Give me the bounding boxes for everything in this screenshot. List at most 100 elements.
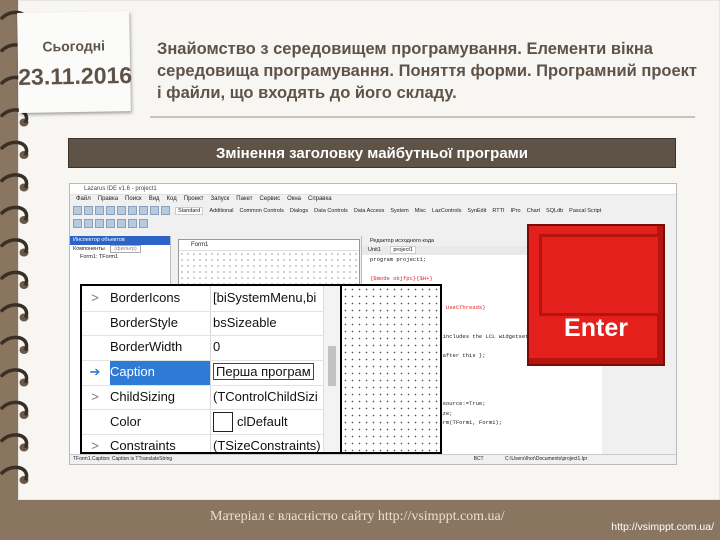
expand-arrow-icon[interactable]: > (82, 434, 108, 452)
step-out-icon[interactable] (139, 219, 148, 228)
palette-tab[interactable]: LazControls (432, 208, 461, 214)
filter-input[interactable]: (фильтр) (110, 245, 141, 253)
palette-tab[interactable]: IPro (511, 208, 521, 214)
save-all-icon[interactable] (106, 206, 115, 215)
property-name: BorderStyle (110, 310, 211, 336)
section-banner: Змінення заголовку майбутньої програми (68, 138, 676, 168)
ide-window-title: Lazarus IDE v1.6 - project1 (84, 186, 157, 192)
palette-tab[interactable]: SynEdit (467, 208, 486, 214)
palette-tab[interactable]: Pascal Script (569, 208, 601, 214)
property-name: ChildSizing (110, 384, 211, 410)
step-into-icon[interactable] (128, 219, 137, 228)
expand-arrow-icon[interactable]: > (82, 385, 108, 410)
menu-item[interactable]: Справка (308, 196, 332, 202)
expand-arrow-icon (82, 410, 108, 435)
property-value[interactable]: (TSizeConstraints) (213, 434, 322, 452)
property-row[interactable]: BorderStyle bsSizeable (82, 310, 340, 337)
menu-item[interactable]: Правка (98, 196, 118, 202)
expand-arrow-icon[interactable]: > (82, 286, 108, 311)
lesson-title: Знайомство з середовищем програмування. … (157, 40, 697, 102)
pause-icon[interactable] (139, 206, 148, 215)
property-row[interactable]: ➔ Caption Перша програм (82, 360, 340, 386)
forms-icon[interactable] (84, 219, 93, 228)
palette-tab[interactable]: Common Controls (240, 208, 284, 214)
property-value[interactable]: 0 (213, 335, 322, 360)
run-icon[interactable] (128, 206, 137, 215)
menu-item[interactable]: Файл (76, 196, 91, 202)
status-mid: BCT (473, 456, 484, 462)
palette-tab[interactable]: Standard (175, 207, 204, 215)
tab-unit1[interactable]: Unit1 (366, 247, 383, 253)
form-grid-zoom (342, 284, 442, 454)
property-name: Constraints (110, 434, 211, 452)
palette-tab[interactable]: Chart (527, 208, 540, 214)
title-divider (150, 116, 695, 118)
property-value[interactable]: clDefault (213, 410, 322, 435)
expand-arrow-icon (82, 311, 108, 336)
caption-input[interactable]: Перша програм (213, 363, 314, 381)
components-row: Компоненты (фильтр) (70, 245, 170, 253)
property-name: BorderWidth (110, 335, 211, 361)
property-name: Caption (110, 360, 211, 385)
inspector-scrollbar[interactable] (323, 286, 340, 452)
menu-item[interactable]: Запуск (211, 196, 230, 202)
build-icon[interactable] (106, 219, 115, 228)
property-name: BorderIcons (110, 286, 211, 311)
property-row[interactable]: > Constraints (TSizeConstraints) (82, 434, 340, 452)
tree-item[interactable]: Form1: TForm1 (70, 253, 170, 261)
palette-tab[interactable]: SQLdb (546, 208, 563, 214)
menu-item[interactable]: Вид (149, 196, 160, 202)
property-value[interactable]: (TControlChildSizi (213, 385, 322, 410)
new-icon[interactable] (73, 206, 82, 215)
property-name: Color (110, 409, 211, 435)
menu-item[interactable]: Поиск (125, 196, 142, 202)
ide-menubar: Файл Правка Поиск Вид Код Проект Запуск Пакет Се… (70, 195, 676, 204)
palette-tab[interactable]: Misc (415, 208, 426, 214)
form-title: Form1 (179, 240, 359, 251)
expand-arrow-icon (82, 335, 108, 360)
stop-icon[interactable] (150, 206, 159, 215)
open-icon[interactable] (84, 206, 93, 215)
units-icon[interactable] (73, 219, 82, 228)
menu-item[interactable]: Код (167, 196, 177, 202)
tab-project1[interactable]: project1 (390, 246, 416, 254)
palette-tab[interactable]: System (390, 208, 408, 214)
inspector-title: Инспектор объектов (70, 236, 170, 245)
status-bar: TForm1.Caption: Caption is TTranslateStr… (70, 454, 676, 464)
toggle-icon[interactable] (95, 219, 104, 228)
menu-item[interactable]: Сервис (260, 196, 281, 202)
property-row[interactable]: > ChildSizing (TControlChildSizi (82, 384, 340, 411)
palette-tab[interactable]: Additional (209, 208, 233, 214)
palette-tab[interactable]: Data Access (354, 208, 385, 214)
menu-item[interactable]: Проект (184, 196, 204, 202)
footer-note: Матеріал є власністю сайту http://vsimpp… (210, 509, 505, 524)
status-left: TForm1.Caption: Caption is TTranslateStr… (73, 456, 173, 462)
palette-tab[interactable]: Dialogs (290, 208, 308, 214)
property-row[interactable]: BorderWidth 0 (82, 335, 340, 362)
ide-titlebar: Lazarus IDE v1.6 - project1 (70, 184, 676, 195)
property-value[interactable]: bsSizeable (213, 311, 322, 336)
date-card: Сьогодні 23.11.2016 (17, 11, 133, 113)
property-value[interactable]: Перша програм (213, 360, 322, 385)
enter-key-label: Enter (564, 314, 628, 342)
date-value: 23.11.2016 (18, 61, 133, 90)
color-swatch (213, 412, 233, 433)
step-over-icon[interactable] (117, 219, 126, 228)
property-row[interactable]: > BorderIcons [biSystemMenu,bi (82, 286, 340, 312)
property-value[interactable]: [biSystemMenu,bi (213, 286, 322, 311)
footer-url[interactable]: http://vsimppt.com.ua/ (611, 521, 714, 533)
inspector-zoom: > Constraints (TSizeConstraints) Color clDef… (80, 284, 342, 454)
save-icon[interactable] (95, 206, 104, 215)
property-row[interactable]: Color clDefault (82, 409, 340, 436)
status-path: C:\Users\Ihor\Documents\project1.lpr (505, 456, 588, 462)
menu-item[interactable]: Пакет (236, 196, 252, 202)
step-icon[interactable] (161, 206, 170, 215)
tree-item-label: Form1: TForm1 (80, 254, 119, 260)
close-icon[interactable] (117, 206, 126, 215)
palette-tab[interactable]: RTTI (492, 208, 504, 214)
current-row-arrow-icon: ➔ (89, 364, 101, 380)
scrollbar-thumb[interactable] (328, 346, 336, 386)
menu-item[interactable]: Окна (287, 196, 301, 202)
date-label: Сьогодні (42, 37, 106, 55)
palette-tab[interactable]: Data Controls (314, 208, 348, 214)
